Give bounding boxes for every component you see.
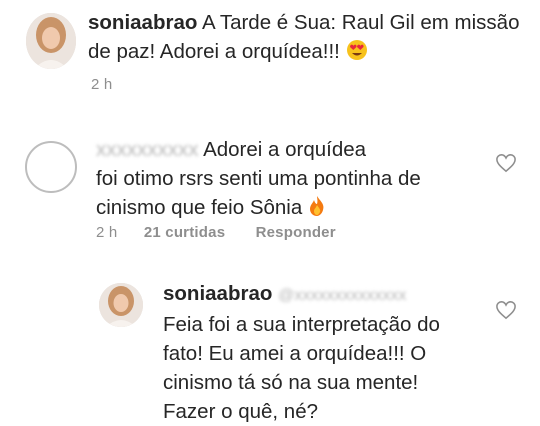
comment-line-1: xxxxxxxxxx Adorei a orquídea <box>96 138 367 161</box>
commenter-username[interactable]: xxxxxxxxxx <box>96 138 199 161</box>
comment-line-3: cinismo que feio Sônia <box>96 193 496 225</box>
reply-text: soniaabrao @xxxxxxxxxxxxxx Feia foi a su… <box>163 279 493 426</box>
reply-line-4: cinismo tá só na sua mente! <box>163 371 419 394</box>
post-time: 2 h <box>91 76 113 93</box>
post-username[interactable]: soniaabrao <box>88 11 197 34</box>
comment-meta: 2 h 21 curtidas Responder <box>96 224 336 241</box>
reply-line-3: fato! Eu amei a orquídea!!! O <box>163 342 427 365</box>
heart-eyes-emoji-icon <box>346 39 368 69</box>
reply-button[interactable]: Responder <box>256 224 336 241</box>
reply-username[interactable]: soniaabrao <box>163 282 272 305</box>
comment-line-2: foi otimo rsrs senti uma pontinha de <box>96 167 421 190</box>
reply-line-2: Feia foi a sua interpretação do <box>163 313 440 336</box>
comment-text: xxxxxxxxxx Adorei a orquídea foi otimo r… <box>96 135 496 225</box>
reply-avatar[interactable] <box>99 283 143 327</box>
commenter-avatar[interactable] <box>25 141 77 193</box>
fire-emoji-icon <box>308 195 326 225</box>
post-caption: soniaabrao A Tarde é Sua: Raul Gil em mi… <box>88 8 533 69</box>
like-reply-heart-icon[interactable] <box>495 300 517 320</box>
reply-line-5: Fazer o quê, né? <box>163 400 318 423</box>
reply-line-1: soniaabrao @xxxxxxxxxxxxxx <box>163 279 493 310</box>
avatar[interactable] <box>26 13 76 69</box>
like-comment-heart-icon[interactable] <box>495 153 517 173</box>
reply-profile-photo <box>99 283 143 327</box>
mentioned-username[interactable]: @xxxxxxxxxxxxxx <box>278 287 406 304</box>
comment-likes[interactable]: 21 curtidas <box>144 224 225 241</box>
profile-photo <box>26 13 76 69</box>
comment-time: 2 h <box>96 224 118 241</box>
